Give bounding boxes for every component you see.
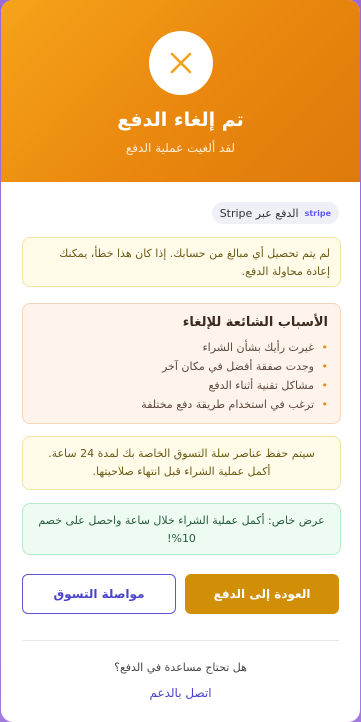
cart-saved-notice: سيتم حفظ عناصر سلة التسوق الخاصة بك لمدة… <box>22 436 341 490</box>
reason-item: غيرت رأيك بشأن الشراء <box>35 338 328 357</box>
continue-shopping-button[interactable]: مواصلة التسوق <box>22 574 176 614</box>
reason-item: مشاكل تقنية أثناء الدفع <box>35 376 328 395</box>
reason-item: ترغب في استخدام طريقة دفع مختلفة <box>35 395 328 414</box>
divider <box>22 640 339 641</box>
cart-saved-text: سيتم حفظ عناصر سلة التسوق الخاصة بك لمدة… <box>48 447 315 478</box>
no-charge-notice: لم يتم تحصيل أي مبالغ من حسابك. إذا كان … <box>22 237 341 287</box>
contact-support-link[interactable]: اتصل بالدعم <box>1 686 360 700</box>
payment-cancelled-card: تم إلغاء الدفع لقد ألغيت عملية الدفع str… <box>1 0 360 722</box>
stripe-logo: stripe <box>304 208 331 218</box>
special-offer-text: عرض خاص: أكمل عملية الشراء خلال ساعة واح… <box>38 514 325 545</box>
reason-item: وجدت صفقة أفضل في مكان آخر <box>35 357 328 376</box>
payment-provider-label: الدفع عبر Stripe <box>219 206 299 220</box>
page-title: تم إلغاء الدفع <box>117 109 244 131</box>
return-to-payment-button[interactable]: العودة إلى الدفع <box>185 574 339 614</box>
header-banner: تم إلغاء الدفع لقد ألغيت عملية الدفع <box>1 0 360 182</box>
cancellation-reasons: الأسباب الشائعة للإلغاء غيرت رأيك بشأن ا… <box>22 303 341 424</box>
special-offer: عرض خاص: أكمل عملية الشراء خلال ساعة واح… <box>22 503 341 555</box>
payment-provider-badge: stripe الدفع عبر Stripe <box>211 202 339 224</box>
page-subtitle: لقد ألغيت عملية الدفع <box>125 141 236 155</box>
reasons-title: الأسباب الشائعة للإلغاء <box>182 315 328 330</box>
close-icon <box>148 31 213 95</box>
help-question: هل تحتاج مساعدة في الدفع؟ <box>114 661 247 674</box>
no-charge-text: لم يتم تحصيل أي مبالغ من حسابك. إذا كان … <box>59 247 330 278</box>
